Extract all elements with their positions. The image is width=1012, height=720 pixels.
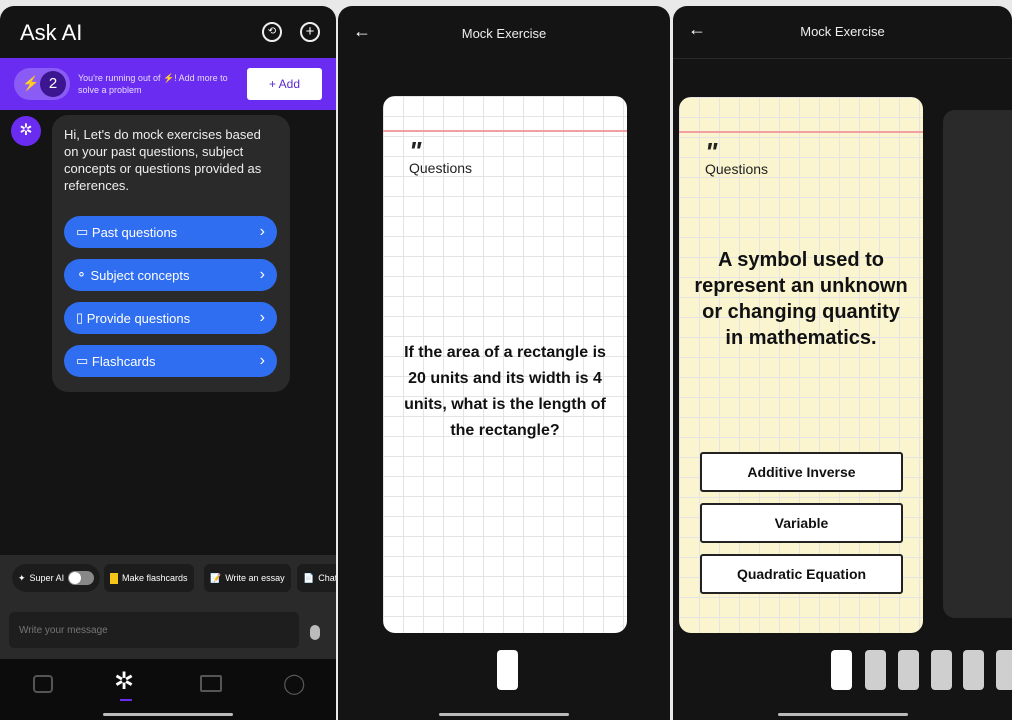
card-thumbnail[interactable] bbox=[865, 650, 886, 690]
profile-icon[interactable]: ◯ bbox=[283, 671, 305, 695]
history-icon[interactable]: ⟲ bbox=[262, 22, 282, 42]
question-text: A symbol used to represent an unknown or… bbox=[694, 249, 908, 349]
memo-icon: 📝 bbox=[210, 572, 222, 583]
credits-message: You're running out of ⚡! Add more to sol… bbox=[78, 73, 228, 95]
concepts-icon: ⚬ bbox=[76, 267, 91, 282]
card-thumbnail[interactable] bbox=[963, 650, 984, 690]
toggle-switch[interactable] bbox=[68, 571, 95, 585]
message-input[interactable] bbox=[9, 612, 299, 648]
card-thumbnail[interactable] bbox=[996, 650, 1012, 690]
composer-area: ✦ Super AI Make flashcards 📝 Write an essa… bbox=[0, 555, 336, 659]
answer-option[interactable]: Quadratic Equation bbox=[700, 554, 903, 594]
chevron-right-icon: › bbox=[259, 352, 265, 369]
subject-concepts-button[interactable]: ⚬ Subject concepts › bbox=[64, 259, 277, 291]
flashcard-icon bbox=[110, 572, 118, 584]
flashcards-button[interactable]: ▭ Flashcards › bbox=[64, 345, 277, 377]
header-divider bbox=[673, 58, 1012, 59]
bottom-nav: ✲ ◯ bbox=[0, 659, 336, 720]
chevron-right-icon: › bbox=[259, 266, 265, 283]
mock-exercise-screen-1: ← Mock Exercise " Questions If the area … bbox=[338, 6, 670, 720]
card-divider bbox=[383, 130, 627, 132]
answer-option[interactable]: Additive Inverse bbox=[700, 452, 903, 492]
card-label: Questions bbox=[705, 161, 769, 177]
book-icon[interactable] bbox=[200, 675, 222, 692]
ai-icon[interactable]: ✲ bbox=[114, 667, 134, 696]
mock-exercise-screen-2: ← Mock Exercise " Questions A symbol use… bbox=[673, 6, 1012, 720]
sparkle-icon: ✦ bbox=[18, 572, 26, 583]
bot-avatar: ✲ bbox=[11, 116, 41, 146]
card-thumbnail[interactable] bbox=[497, 650, 518, 690]
chevron-right-icon: › bbox=[259, 223, 265, 240]
provide-questions-button[interactable]: ▯ Provide questions › bbox=[64, 302, 277, 334]
question-text: If the area of a rectangle is 20 units a… bbox=[404, 344, 606, 439]
card-thumbnail[interactable] bbox=[831, 650, 852, 690]
page-title: Ask AI bbox=[20, 20, 83, 45]
make-flashcards-chip[interactable]: Make flashcards bbox=[104, 564, 194, 592]
screen-title: Mock Exercise bbox=[800, 24, 885, 39]
book-icon: ▯ bbox=[76, 310, 87, 325]
chevron-right-icon: › bbox=[259, 309, 265, 326]
chat-chip[interactable]: 📄 Chat bbox=[297, 564, 336, 592]
microphone-icon[interactable] bbox=[310, 625, 320, 640]
answer-option[interactable]: Variable bbox=[700, 503, 903, 543]
lightning-icon: ⚡ bbox=[22, 75, 40, 91]
credits-pill: ⚡ 2 bbox=[14, 68, 70, 100]
bot-message: Hi, Let's do mock exercises based on you… bbox=[64, 127, 262, 193]
home-indicator bbox=[439, 713, 569, 716]
credits-banner: ⚡ 2 You're running out of ⚡! Add more to… bbox=[0, 58, 336, 110]
credits-count: 2 bbox=[40, 71, 66, 97]
cards-icon: ▭ bbox=[76, 353, 92, 368]
active-tab-indicator bbox=[120, 699, 132, 701]
super-ai-toggle[interactable]: ✦ Super AI bbox=[12, 564, 101, 592]
past-questions-button[interactable]: ▭ Past questions › bbox=[64, 216, 277, 248]
write-essay-chip[interactable]: 📝 Write an essay bbox=[204, 564, 291, 592]
home-indicator bbox=[777, 713, 908, 716]
ask-ai-screen: Ask AI ⟲ + ⚡ 2 You're running out of ⚡! … bbox=[0, 6, 336, 720]
question-card[interactable]: " Questions If the area of a rectangle i… bbox=[383, 96, 627, 633]
home-indicator bbox=[103, 713, 233, 716]
card-thumbnail[interactable] bbox=[898, 650, 919, 690]
card-thumbnail[interactable] bbox=[931, 650, 952, 690]
new-chat-icon[interactable]: + bbox=[300, 22, 320, 42]
card-label: Questions bbox=[409, 160, 473, 176]
screen-title: Mock Exercise bbox=[461, 26, 547, 41]
card-divider bbox=[679, 131, 923, 133]
document-icon: 📄 bbox=[303, 572, 315, 583]
next-card-preview[interactable] bbox=[943, 110, 1012, 618]
add-credits-button[interactable]: + Add bbox=[247, 68, 322, 100]
inbox-icon: ▭ bbox=[76, 224, 92, 239]
question-card[interactable]: " Questions A symbol used to represent a… bbox=[679, 97, 923, 633]
bot-message-bubble: Hi, Let's do mock exercises based on you… bbox=[52, 115, 290, 392]
camera-icon[interactable] bbox=[33, 675, 53, 693]
